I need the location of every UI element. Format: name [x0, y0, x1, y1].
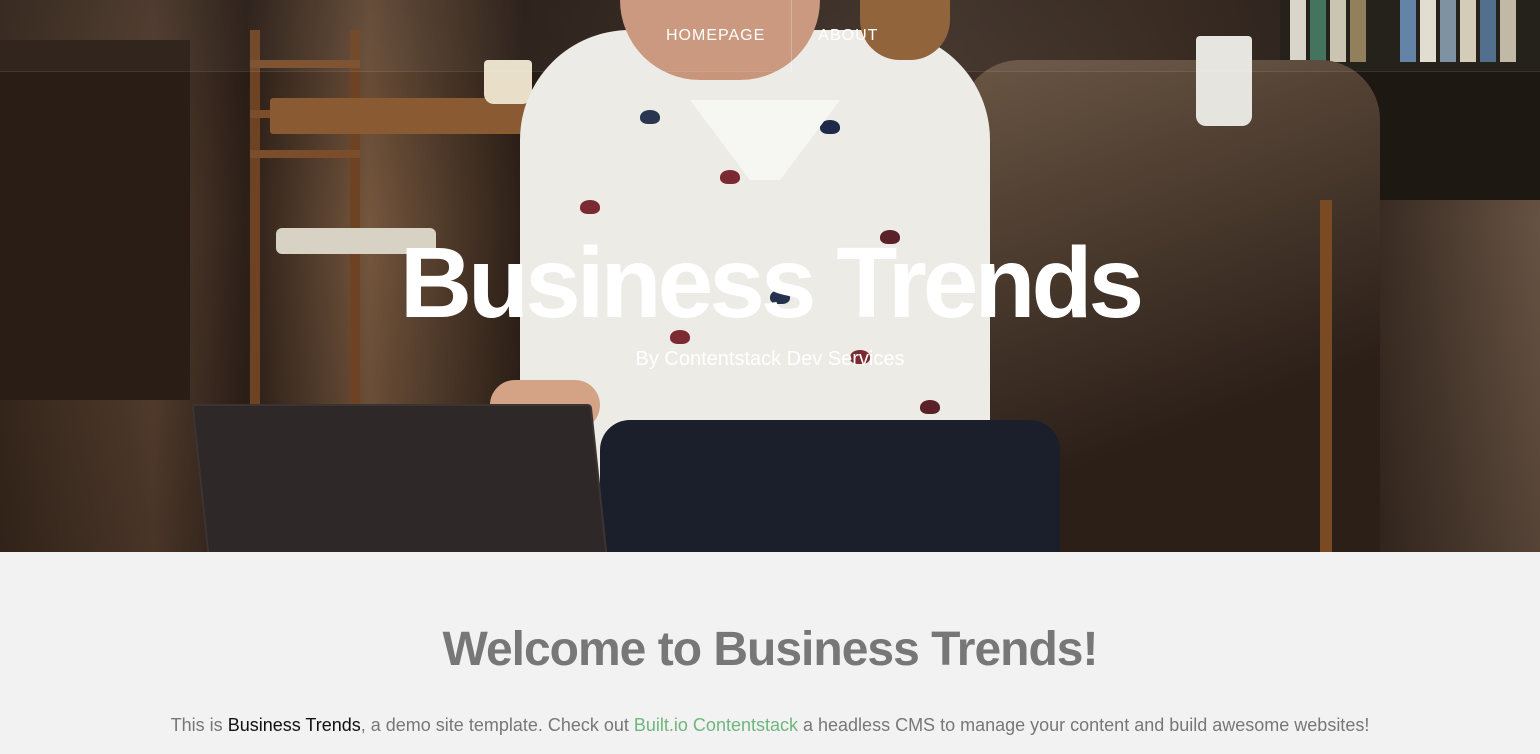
- intro-middle: , a demo site template. Check out: [360, 715, 634, 735]
- intro-brand: Business Trends: [227, 715, 361, 735]
- nav-link-about[interactable]: ABOUT: [791, 0, 904, 72]
- intro-paragraph: This is Business Trends, a demo site tem…: [0, 715, 1540, 736]
- bookshelf-left: [0, 40, 190, 400]
- intro-suffix: a headless CMS to manage your content an…: [798, 715, 1370, 735]
- hero-title: Business Trends: [399, 227, 1144, 339]
- nav-link-homepage[interactable]: HOMEPAGE: [640, 0, 791, 72]
- laptop: [191, 404, 609, 552]
- intro-prefix: This is: [170, 715, 228, 735]
- top-navigation: HOMEPAGE ABOUT: [640, 0, 904, 72]
- contentstack-link[interactable]: Built.io Contentstack: [634, 715, 798, 735]
- hero-subtitle: By Contentstack Dev Services: [635, 348, 905, 370]
- welcome-heading: Welcome to Business Trends!: [442, 623, 1099, 676]
